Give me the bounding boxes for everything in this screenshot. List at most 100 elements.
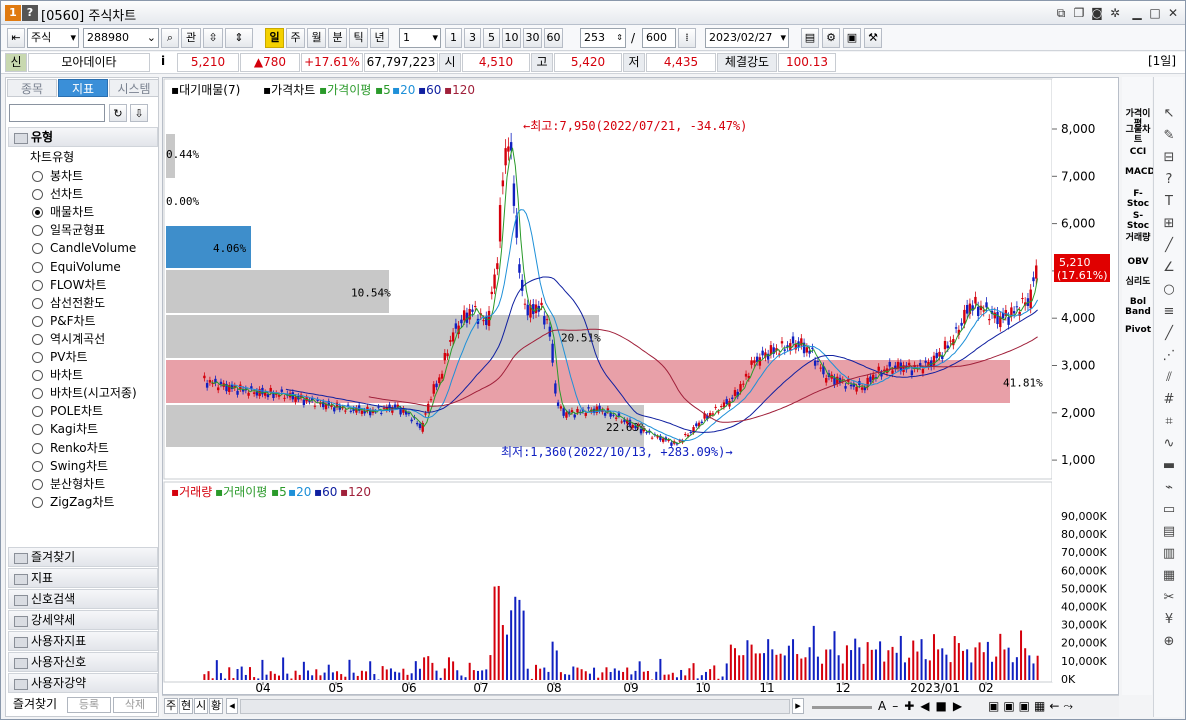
chart-type-item[interactable]: P&F차트 xyxy=(10,312,158,330)
chart-type-item[interactable]: PV차트 xyxy=(10,348,158,366)
radio-icon[interactable] xyxy=(32,406,43,418)
radio-icon[interactable] xyxy=(32,261,43,273)
radio-icon[interactable] xyxy=(32,297,43,309)
indicator-button[interactable]: MACD xyxy=(1125,167,1155,177)
radio-icon[interactable] xyxy=(32,442,43,454)
folder-item[interactable]: 신호검색 xyxy=(8,589,158,609)
refresh-icon[interactable]: ↻ xyxy=(109,104,127,122)
chart-type-item[interactable]: CandleVolume xyxy=(10,239,158,257)
interval-1-button[interactable]: 3 xyxy=(464,28,481,48)
indicator-button[interactable]: OBV xyxy=(1125,257,1151,267)
volume-legend-item[interactable]: ▪60 xyxy=(314,485,337,499)
radio-icon[interactable] xyxy=(32,225,43,237)
chart-type-item[interactable]: POLE차트 xyxy=(10,402,158,420)
indicator-button[interactable]: F-Stoc xyxy=(1125,189,1151,209)
stats-icon[interactable]: ▥ xyxy=(1160,545,1178,563)
chart-type-item[interactable]: 바차트(시고저종) xyxy=(10,384,158,402)
market-select[interactable]: 주식 ▾ xyxy=(27,28,79,48)
tab-system[interactable]: 시스템 xyxy=(109,79,159,97)
indicator-button[interactable]: 거래량 xyxy=(1125,233,1151,243)
parallel-icon[interactable]: ⫽ xyxy=(1160,369,1178,387)
chart-type-item[interactable]: 삼선전환도 xyxy=(10,294,158,312)
market-button[interactable]: 시 xyxy=(194,698,208,714)
folder-item[interactable]: 사용자지표 xyxy=(8,631,158,651)
price-icon[interactable]: ¥ xyxy=(1160,611,1178,629)
folder-item[interactable]: 사용자강약 xyxy=(8,673,158,693)
search-icon[interactable]: ⌕ xyxy=(161,28,179,48)
period-0-button[interactable]: 일 xyxy=(265,28,284,48)
period-3-button[interactable]: 분 xyxy=(328,28,347,48)
indicator-button[interactable]: CCI xyxy=(1125,147,1151,157)
circle-icon[interactable]: ○ xyxy=(1160,281,1178,299)
maximize-button[interactable]: □ xyxy=(1147,5,1163,21)
zoom-slider[interactable] xyxy=(812,706,872,709)
week-button[interactable]: 주 xyxy=(164,698,178,714)
folder-item[interactable]: 즐겨찾기 xyxy=(8,547,158,567)
volume-legend-item[interactable]: ▪거래량 xyxy=(171,485,212,499)
interval-0-button[interactable]: 1 xyxy=(445,28,462,48)
save-icon[interactable]: ▣ xyxy=(843,28,861,48)
tab-indicator[interactable]: 지표 xyxy=(58,79,108,97)
register-button[interactable]: 등록 xyxy=(67,697,111,713)
stock-name[interactable]: 모아데이타 xyxy=(28,53,150,72)
radio-icon[interactable] xyxy=(32,333,43,345)
screen-number-icon[interactable]: 1 xyxy=(5,5,21,21)
indicator-search-input[interactable] xyxy=(9,104,105,122)
interval-5-button[interactable]: 60 xyxy=(544,28,563,48)
chart-icon[interactable]: ⊞ xyxy=(1160,215,1178,233)
minimize-button[interactable]: ▁ xyxy=(1129,5,1145,21)
all-icon[interactable]: ⊟ xyxy=(1160,149,1178,167)
chart-svg[interactable]: 0.44%0.00%4.06%10.54%20.51%41.81%22.63%▪… xyxy=(163,78,1118,694)
report-icon[interactable]: ▦ xyxy=(1160,567,1178,585)
radio-icon[interactable] xyxy=(32,207,43,219)
chart-type-item[interactable]: Swing차트 xyxy=(10,457,158,475)
period-4-button[interactable]: 틱 xyxy=(349,28,368,48)
interval-3-button[interactable]: 10 xyxy=(502,28,521,48)
wrench-icon[interactable]: ✂ xyxy=(1160,589,1178,607)
horizontal-scrollbar[interactable] xyxy=(240,699,790,714)
camera-icon[interactable]: ◙ xyxy=(1089,5,1105,21)
tools-icon[interactable]: ⚒ xyxy=(864,28,882,48)
help-icon[interactable]: ? xyxy=(22,5,38,21)
doc-icon[interactable]: ▤ xyxy=(1160,523,1178,541)
download-icon[interactable]: ⇩ xyxy=(130,104,148,122)
link-icon[interactable]: ⧉ xyxy=(1053,5,1069,21)
price-legend-item[interactable]: ▪가격이평 xyxy=(319,83,371,97)
delete-button[interactable]: 삭제 xyxy=(113,697,157,713)
price-legend-item[interactable]: ▪가격차트 xyxy=(263,83,315,97)
copy-icon[interactable]: ❐ xyxy=(1071,5,1087,21)
indicator-button[interactable]: 그물차트 xyxy=(1125,125,1151,145)
radio-icon[interactable] xyxy=(32,496,43,508)
price-legend-item[interactable]: ▪20 xyxy=(392,83,415,97)
grid-icon[interactable]: # xyxy=(1160,391,1178,409)
interval-4-button[interactable]: 30 xyxy=(523,28,542,48)
fib-icon[interactable]: ≡ xyxy=(1160,303,1178,321)
chart-type-group[interactable]: 차트유형 xyxy=(10,148,74,166)
spin-icon[interactable]: ⇕ xyxy=(225,28,253,48)
count-input[interactable]: 253 ⇕ xyxy=(580,28,626,48)
chart-type-item[interactable]: 선차트 xyxy=(10,185,158,203)
nav-controls[interactable]: ▣▣▣▦←⤳ xyxy=(988,699,1077,714)
radio-icon[interactable] xyxy=(32,243,43,255)
chart-setup-icon[interactable]: ▤ xyxy=(801,28,819,48)
radio-icon[interactable] xyxy=(32,370,43,382)
text-icon[interactable]: T xyxy=(1160,193,1178,211)
tab-stock[interactable]: 종목 xyxy=(7,79,57,97)
gear-icon[interactable]: ⚙ xyxy=(822,28,840,48)
chart-type-item[interactable]: 봉차트 xyxy=(10,167,158,185)
radio-icon[interactable] xyxy=(32,388,43,400)
folder-item[interactable]: 사용자신호 xyxy=(8,652,158,672)
volume-legend-item[interactable]: ▪거래이평 xyxy=(215,485,267,499)
up-down-icon[interactable]: ⇳ xyxy=(203,28,223,48)
radio-icon[interactable] xyxy=(32,279,43,291)
code-input[interactable]: 288980 ⌄ xyxy=(83,28,159,48)
radio-icon[interactable] xyxy=(32,352,43,363)
price-legend-item[interactable]: ▪대기매물(7) xyxy=(171,83,240,97)
volume-legend-item[interactable]: ▪120 xyxy=(340,485,371,499)
grid-icon[interactable]: ⁞ xyxy=(678,28,696,48)
settings-icon[interactable]: ✲ xyxy=(1107,5,1123,21)
indicator-button[interactable]: 심리도 xyxy=(1125,277,1151,287)
date-input[interactable]: 2023/02/27 ▾ xyxy=(705,28,789,48)
period-1-button[interactable]: 주 xyxy=(286,28,305,48)
scroll-right-icon[interactable]: ▸ xyxy=(792,698,804,714)
